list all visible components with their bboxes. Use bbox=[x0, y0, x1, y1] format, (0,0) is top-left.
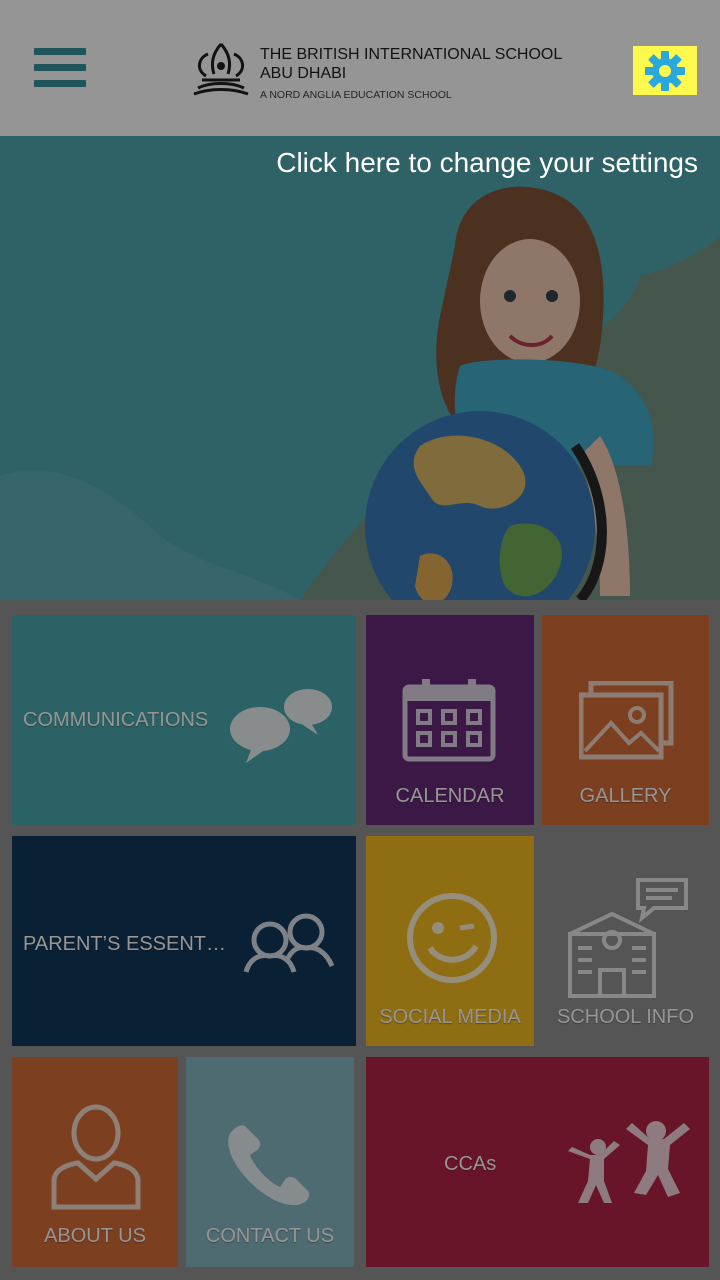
tile-ccas[interactable]: CCAs bbox=[366, 1057, 709, 1267]
hero-image bbox=[0, 136, 720, 600]
settings-hint-text: Click here to change your settings bbox=[276, 147, 698, 178]
gallery-icon bbox=[579, 681, 674, 760]
tile-calendar[interactable]: CALENDAR bbox=[366, 615, 534, 825]
school-name-line2: ABU DHABI bbox=[260, 65, 347, 82]
tile-school-info[interactable]: SCHOOL INFO bbox=[542, 836, 709, 1046]
school-tagline: A NORD ANGLIA EDUCATION SCHOOL bbox=[260, 89, 452, 101]
school-logo: THE BRITISH INTERNATIONAL SCHOOL ABU DHA… bbox=[190, 40, 562, 104]
person-icon bbox=[51, 1104, 141, 1210]
tile-parents-essentials-label: PARENT’S ESSENT… bbox=[23, 933, 226, 955]
tile-parents-essentials[interactable]: PARENT’S ESSENT… bbox=[12, 836, 356, 1046]
tile-school-info-label: SCHOOL INFO bbox=[556, 1006, 695, 1028]
children-jumping-icon bbox=[568, 1121, 690, 1203]
tile-social-media-label: SOCIAL MEDIA bbox=[379, 1006, 521, 1028]
tile-communications[interactable]: COMMUNICATIONS bbox=[12, 615, 356, 825]
calendar-icon bbox=[402, 679, 496, 762]
smiley-wink-icon bbox=[407, 893, 497, 983]
tile-calendar-label: CALENDAR bbox=[395, 785, 505, 807]
hero-banner bbox=[0, 136, 720, 600]
chat-bubbles-icon bbox=[230, 689, 332, 763]
tile-gallery-label: GALLERY bbox=[579, 785, 672, 807]
tile-social-media[interactable]: SOCIAL MEDIA bbox=[366, 836, 534, 1046]
tile-ccas-label: CCAs bbox=[444, 1153, 497, 1175]
tile-contact-us-label: CONTACT US bbox=[205, 1225, 335, 1247]
crest-icon bbox=[193, 43, 249, 96]
people-icon bbox=[243, 913, 335, 973]
hamburger-menu-icon[interactable] bbox=[34, 48, 86, 90]
tile-contact-us[interactable]: CONTACT US bbox=[186, 1057, 354, 1267]
tile-about-us[interactable]: ABOUT US bbox=[12, 1057, 178, 1267]
settings-gear-button[interactable] bbox=[633, 46, 697, 95]
phone-icon bbox=[228, 1125, 310, 1206]
tile-communications-label: COMMUNICATIONS bbox=[23, 709, 209, 731]
app-header: THE BRITISH INTERNATIONAL SCHOOL ABU DHA… bbox=[0, 0, 720, 136]
gear-icon bbox=[645, 50, 685, 91]
school-name-line1: THE BRITISH INTERNATIONAL SCHOOL bbox=[260, 46, 563, 63]
tile-gallery[interactable]: GALLERY bbox=[542, 615, 709, 825]
school-building-icon bbox=[568, 878, 688, 998]
tile-about-us-label: ABOUT US bbox=[44, 1225, 146, 1247]
